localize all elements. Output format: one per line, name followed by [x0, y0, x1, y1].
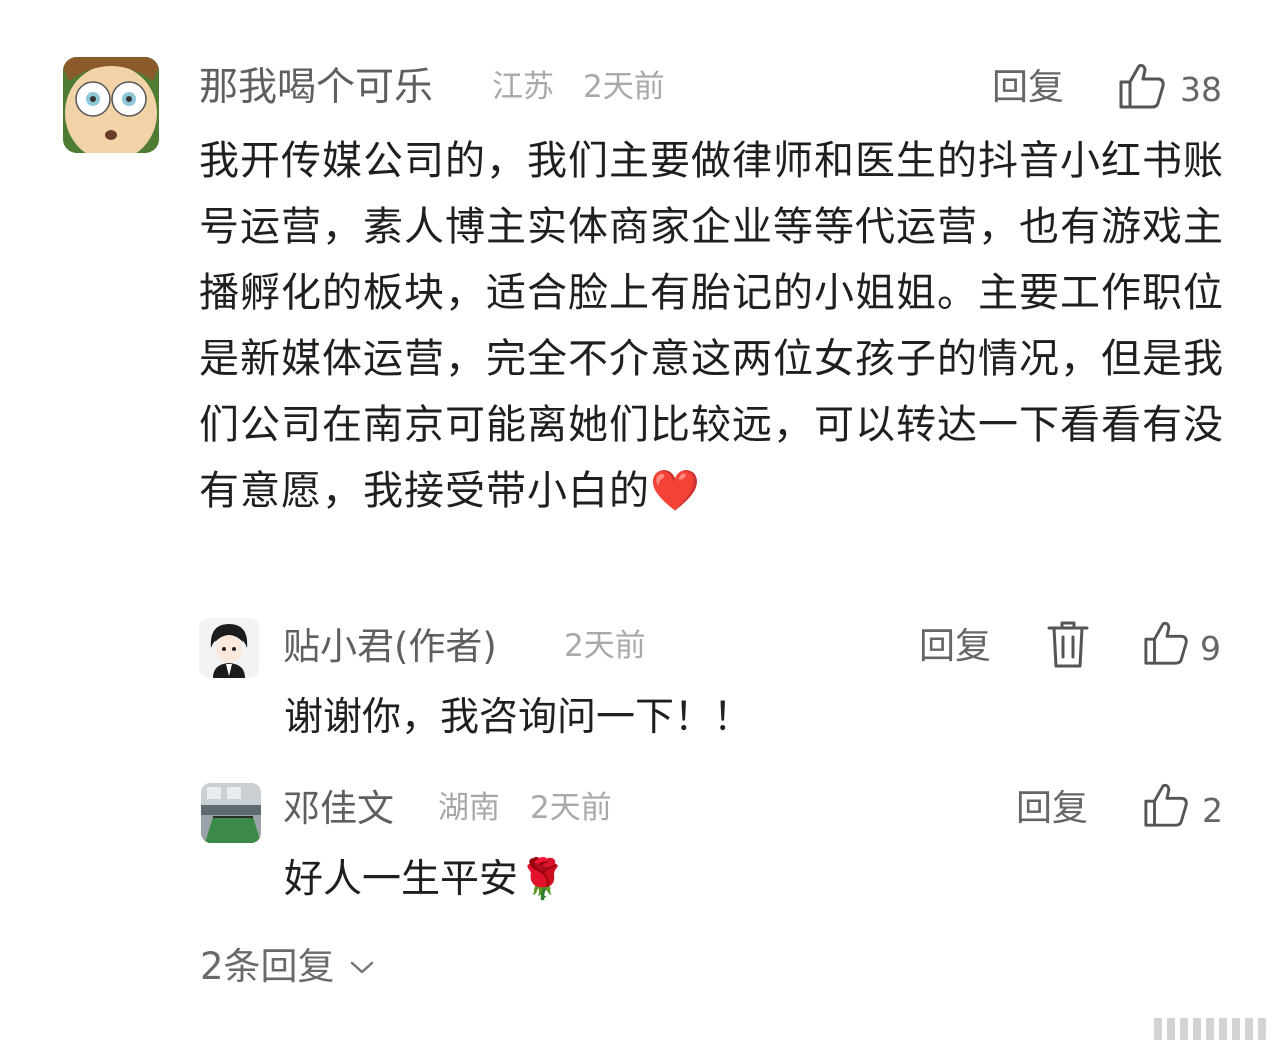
reply-avatar[interactable]	[199, 618, 259, 678]
like-button[interactable]	[1142, 620, 1190, 670]
rose-emoji: 🌹	[518, 857, 567, 902]
like-button[interactable]	[1142, 782, 1190, 832]
cartoon-face-avatar-icon	[63, 57, 159, 153]
thumbs-up-icon	[1119, 64, 1165, 109]
like-count: 2	[1202, 791, 1223, 830]
reply-time: 2天前	[564, 628, 646, 664]
reply-avatar[interactable]	[201, 783, 261, 843]
reply-time: 2天前	[530, 790, 612, 826]
delete-button[interactable]	[1046, 620, 1090, 674]
like-count: 9	[1200, 629, 1221, 668]
reply-text-content: 好人一生平安	[284, 857, 519, 902]
reply-button[interactable]: 回复	[1016, 791, 1088, 827]
reply-text: 谢谢你，我咨询问一下！！	[284, 695, 753, 740]
like-button[interactable]	[1117, 62, 1167, 114]
comment-text: 我开传媒公司的，我们主要做律师和医生的抖音小红书账号运营，素人博主实体商家企业等…	[199, 128, 1229, 524]
more-replies-label: 2条回复	[200, 945, 335, 988]
anime-boy-avatar-icon	[199, 618, 259, 678]
reply-author[interactable]: 邓佳文	[283, 790, 394, 827]
more-replies-button[interactable]: 2条回复	[200, 948, 377, 985]
comment-location: 江苏	[492, 69, 554, 105]
watermark-mark	[1154, 1018, 1266, 1040]
reply-author[interactable]: 贴小君(作者)	[283, 628, 497, 665]
trash-icon	[1047, 621, 1089, 668]
like-count: 38	[1180, 70, 1222, 109]
reply-text: 好人一生平安🌹	[284, 860, 567, 899]
reply-button[interactable]: 回复	[919, 629, 991, 665]
comment-text-content: 我开传媒公司的，我们主要做律师和医生的抖音小红书账号运营，素人博主实体商家企业等…	[199, 138, 1224, 514]
heart-emoji: ❤️	[650, 468, 701, 514]
billiards-room-avatar-icon	[201, 783, 261, 843]
chevron-down-icon	[350, 961, 373, 973]
comment-author[interactable]: 那我喝个可乐	[199, 68, 433, 107]
comment-time: 2天前	[583, 69, 665, 105]
thumbs-up-icon	[1144, 621, 1188, 665]
reply-location: 湖南	[438, 790, 500, 826]
thumbs-up-icon	[1144, 783, 1188, 827]
reply-button[interactable]: 回复	[992, 70, 1064, 106]
avatar[interactable]	[63, 57, 159, 153]
